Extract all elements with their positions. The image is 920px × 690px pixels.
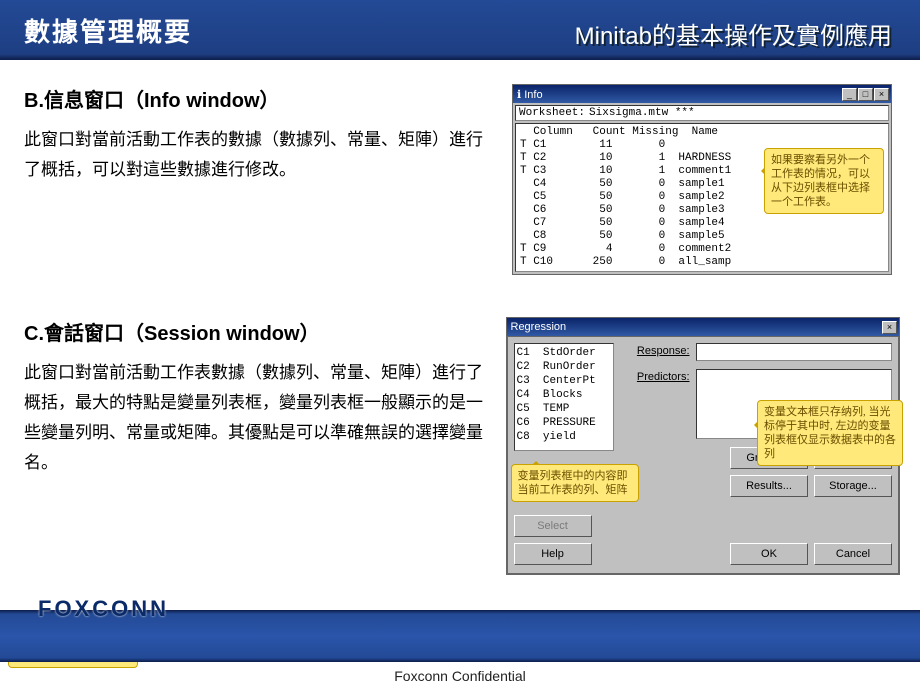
maximize-icon[interactable]: □ xyxy=(858,88,873,101)
section-c-heading: C.會話窗口（Session window） xyxy=(24,317,488,346)
regression-title: Regression xyxy=(511,321,567,333)
confidential-label: Foxconn Confidential xyxy=(0,662,920,690)
response-label: Response: xyxy=(622,343,690,357)
predictors-label: Predictors: xyxy=(622,369,690,383)
close-icon[interactable]: × xyxy=(882,321,897,334)
info-titlebar: ℹ Info _ □ × xyxy=(513,85,891,103)
callout-worksheet-tip: 如果要察看另外一个工作表的情况，可以从下边列表框中选择一个工作表。 xyxy=(764,148,884,214)
select-button: Select xyxy=(514,515,592,537)
slide-title-left: 數據管理概要 xyxy=(24,12,192,49)
worksheet-label: Worksheet: xyxy=(519,107,585,119)
results-button[interactable]: Results... xyxy=(730,475,808,497)
info-window-title: ℹ Info xyxy=(517,88,543,101)
regression-dialog: Regression × C1 StdOrder C2 RunOrder C3 … xyxy=(506,317,901,575)
regression-titlebar: Regression × xyxy=(507,318,900,336)
slide-title-right: Minitab的基本操作及實例應用 xyxy=(575,10,892,51)
callout-textbox: 变量文本框只存纳列, 当光标停于其中时, 左边的变量列表框仅显示数据表中的各列 xyxy=(757,400,903,466)
worksheet-value[interactable]: Sixsigma.mtw *** xyxy=(589,107,695,119)
storage-button[interactable]: Storage... xyxy=(814,475,892,497)
ok-button[interactable]: OK xyxy=(730,543,808,565)
slide-header: 數據管理概要 Minitab的基本操作及實例應用 xyxy=(0,0,920,60)
info-window: ℹ Info _ □ × Worksheet: Sixsigma.mtw ***… xyxy=(512,84,892,275)
variable-listbox[interactable]: C1 StdOrder C2 RunOrder C3 CenterPt C4 B… xyxy=(514,343,614,451)
foxconn-logo: FOXCONN xyxy=(38,596,169,622)
slide-content: B.信息窗口（Info window） 此窗口對當前活動工作表的數據（數據列、常… xyxy=(0,60,920,610)
info-table: Column Count Missing Name T C1 11 0 T C2… xyxy=(515,123,889,272)
slide-footer: FOXCONN Foxconn Confidential xyxy=(0,610,920,690)
section-b-heading: B.信息窗口（Info window） xyxy=(24,84,494,113)
section-b-body: 此窗口對當前活動工作表的數據（數據列、常量、矩陣）進行了概括，可以對這些數據進行… xyxy=(24,125,494,185)
minimize-icon[interactable]: _ xyxy=(842,88,857,101)
callout-varlist: 变量列表框中的内容即当前工作表的列、矩阵 xyxy=(511,464,639,502)
help-button[interactable]: Help xyxy=(514,543,592,565)
info-table-header: Column Count Missing Name xyxy=(520,126,884,139)
row-session-window: C.會話窗口（Session window） 此窗口對當前活動工作表數據（數據列… xyxy=(24,317,900,575)
cancel-button[interactable]: Cancel xyxy=(814,543,892,565)
section-c-body: 此窗口對當前活動工作表數據（數據列、常量、矩陣）進行了概括，最大的特點是變量列表… xyxy=(24,358,488,478)
row-info-window: B.信息窗口（Info window） 此窗口對當前活動工作表的數據（數據列、常… xyxy=(24,84,900,275)
response-input[interactable] xyxy=(696,343,893,361)
close-icon[interactable]: × xyxy=(874,88,889,101)
